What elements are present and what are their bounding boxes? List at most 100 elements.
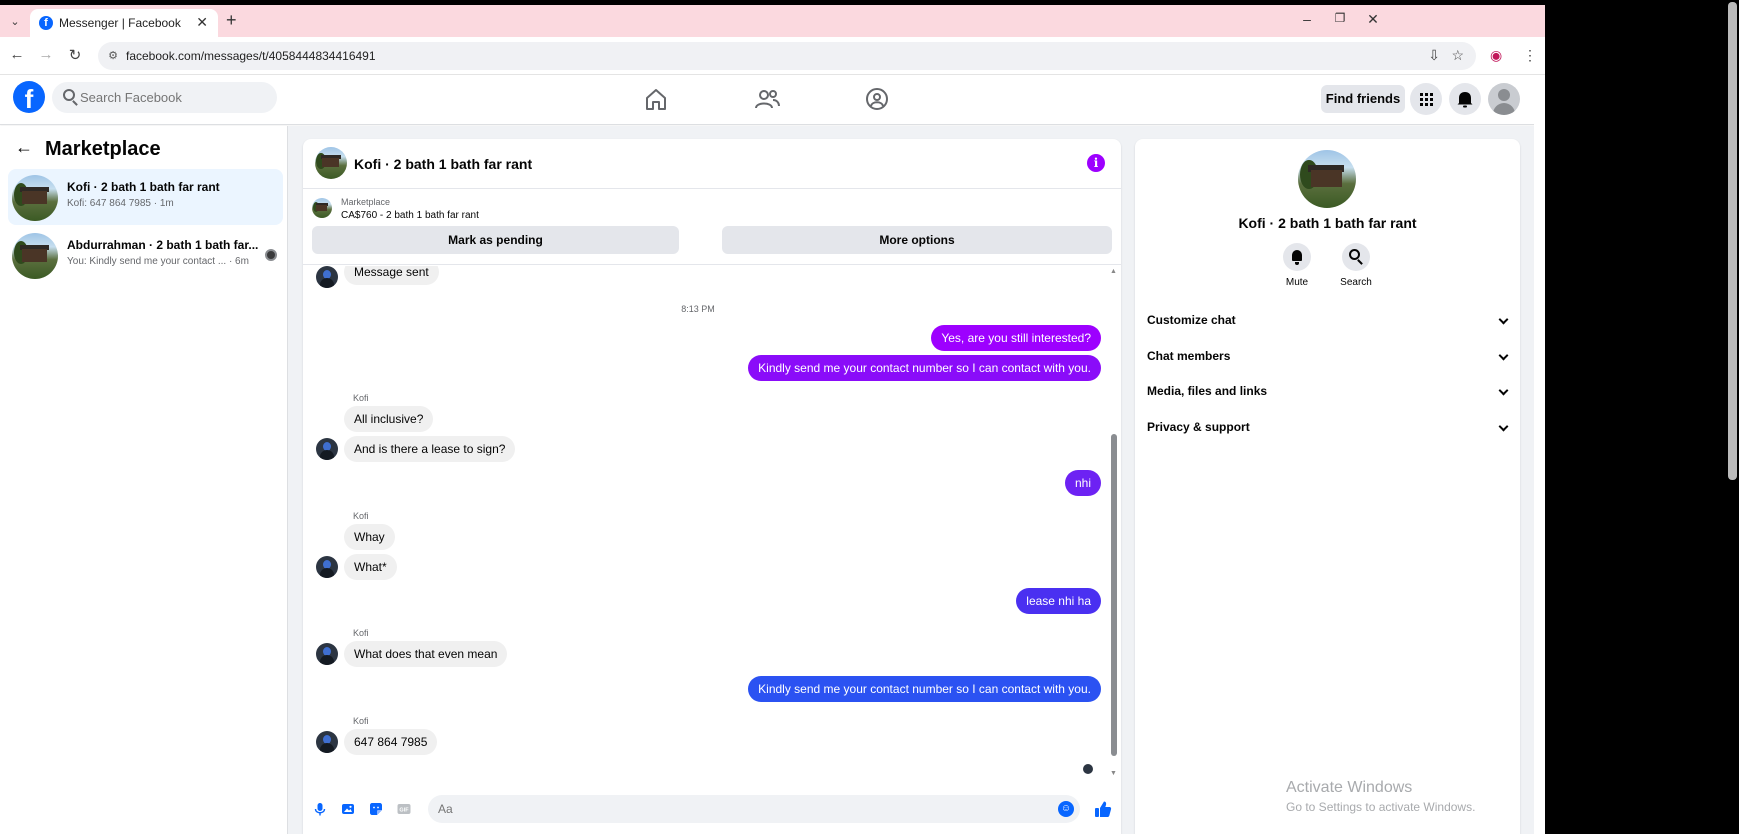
tab-strip: ⌄ f Messenger | Facebook ✕ + – ❐ ✕ [0,5,1545,37]
sender-name: Kofi [353,511,369,521]
section-chat-members[interactable]: Chat members [1143,341,1513,371]
contact-avatar[interactable] [1298,150,1356,208]
browser-window: ⌄ f Messenger | Facebook ✕ + – ❐ ✕ ← → ↻… [0,5,1545,834]
read-receipt-avatar [265,249,277,261]
chat-title[interactable]: Kofi · 2 bath 1 bath far rant [354,156,532,172]
avatar-body [1493,103,1515,115]
home-icon[interactable] [643,87,669,111]
sender-avatar [316,643,338,665]
timestamp: 8:13 PM [681,304,715,314]
search-chat-button[interactable]: Search [1331,243,1381,288]
listing-price[interactable]: CA$760 - 2 bath 1 bath far rant [341,210,479,221]
conversation-preview: You: Kindly send me your contact ... · 6… [67,256,249,267]
profile-icon[interactable]: ◉ [1490,47,1502,64]
chat-info-panel: Kofi · 2 bath 1 bath far rant Mute Searc… [1135,139,1520,834]
message-bubble-in: What* [344,554,397,580]
site-info-icon[interactable]: ⚙ [106,49,120,63]
sender-name: Kofi [353,716,369,726]
back-icon[interactable]: ← [7,46,27,63]
listing-label: Marketplace [341,197,391,207]
scroll-thumb[interactable] [1111,434,1117,756]
emoji-icon[interactable]: ☺ [1058,801,1074,817]
notifications-button[interactable] [1449,83,1481,115]
window-close-icon[interactable]: ✕ [1363,11,1383,28]
page-scrollbar[interactable] [1534,75,1545,834]
message-bubble-in: What does that even mean [344,641,508,667]
activate-windows-watermark: Activate Windows Go to Settings to activ… [1286,779,1475,814]
conversation-preview: Kofi: 647 864 7985 · 1m [67,198,174,209]
gif-icon[interactable]: GIF [397,802,411,816]
microphone-icon[interactable] [313,802,327,816]
thumbs-up-icon[interactable] [1094,800,1112,818]
address-bar[interactable]: ⚙ facebook.com/messages/t/40584448344164… [98,42,1476,70]
groups-icon[interactable] [864,87,890,111]
message-bubble-in: Message sent [344,266,439,285]
sticker-icon[interactable] [369,802,383,816]
bell-icon [1292,250,1302,265]
tab-search-icon[interactable]: ⌄ [6,13,24,31]
conversation-item[interactable]: Kofi · 2 bath 1 bath far rant Kofi: 647 … [8,169,283,225]
message-bubble-in: All inclusive? [344,406,434,432]
section-privacy-support[interactable]: Privacy & support [1143,412,1513,442]
friends-icon[interactable] [754,87,780,111]
bookmark-star-icon[interactable]: ☆ [1451,47,1464,64]
listing-banner: Marketplace CA$760 - 2 bath 1 bath far r… [303,189,1121,265]
sender-avatar [316,438,338,460]
restore-icon[interactable]: ❐ [1330,11,1350,25]
back-arrow-icon[interactable]: ← [15,137,33,158]
account-avatar[interactable] [1488,83,1520,115]
reload-icon[interactable]: ↻ [65,46,85,64]
watermark-title: Activate Windows [1286,779,1413,796]
message-list: Message sent 8:13 PM Yes, are you still … [303,266,1121,779]
bell-icon [1457,92,1473,108]
watermark-subtitle: Go to Settings to activate Windows. [1286,800,1476,814]
scroll-down-icon[interactable]: ▼ [1110,770,1117,777]
menu-button[interactable] [1410,83,1442,115]
browser-menu-icon[interactable]: ⋮ [1523,47,1537,64]
conversation-item[interactable]: Abdurrahman · 2 bath 1 bath far... You: … [8,227,283,283]
info-icon[interactable]: i [1087,154,1105,172]
section-customize-chat[interactable]: Customize chat [1143,305,1513,335]
mute-button[interactable]: Mute [1272,243,1322,288]
listing-thumbnail [312,198,332,218]
page-body: ← Marketplace Kofi · 2 bath 1 bath far r… [0,126,1534,834]
chat-avatar[interactable] [315,147,347,179]
screen: ⌄ f Messenger | Facebook ✕ + – ❐ ✕ ← → ↻… [0,0,1739,834]
mark-pending-button[interactable]: Mark as pending [312,226,679,254]
url-text[interactable]: facebook.com/messages/t/4058444834416491 [126,49,376,63]
more-options-button[interactable]: More options [722,226,1112,254]
search-icon [63,89,75,101]
svg-text:GIF: GIF [399,808,409,814]
listing-thumbnail [12,175,58,221]
tab-close-icon[interactable]: ✕ [196,14,208,31]
tab-title: Messenger | Facebook [59,16,181,30]
chevron-down-icon [1498,385,1509,396]
facebook-logo-icon[interactable]: f [13,81,45,113]
facebook-search[interactable] [52,82,277,113]
section-label: Customize chat [1147,313,1236,327]
conversation-name: Kofi · 2 bath 1 bath far rant [67,180,220,194]
message-bubble-in: 647 864 7985 [344,729,438,755]
photo-icon[interactable] [341,802,355,816]
chat-header: Kofi · 2 bath 1 bath far rant i [303,139,1121,189]
browser-tab[interactable]: f Messenger | Facebook ✕ [30,9,218,37]
minimize-icon[interactable]: – [1297,11,1317,27]
new-tab-icon[interactable]: + [226,10,237,31]
message-composer: GIF ☺ [303,789,1121,829]
message-input[interactable] [438,800,1018,818]
search-input[interactable] [80,87,270,107]
message-input-box[interactable]: ☺ [428,795,1080,823]
find-friends-button[interactable]: Find friends [1321,85,1405,113]
install-app-icon[interactable]: ⇩ [1428,47,1440,64]
apps-grid-icon [1420,93,1433,106]
outer-scrollbar[interactable] [1726,0,1739,834]
sender-name: Kofi [353,393,369,403]
message-bubble-out: nhi [1064,470,1101,496]
section-label: Media, files and links [1147,384,1268,398]
chat-scrollbar[interactable]: ▲ ▼ [1109,266,1119,779]
outer-scroll-thumb[interactable] [1728,2,1737,480]
section-media-files-links[interactable]: Media, files and links [1143,376,1513,406]
scroll-up-icon[interactable]: ▲ [1110,268,1117,275]
chevron-down-icon [1498,314,1509,325]
forward-icon[interactable]: → [36,46,56,63]
